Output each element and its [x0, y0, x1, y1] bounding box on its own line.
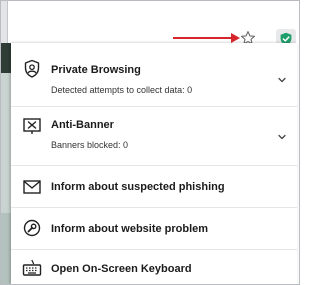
extension-menu-panel: Private Browsing Detected attempts to co… — [11, 43, 297, 284]
chevron-down-icon[interactable] — [277, 132, 287, 142]
envelope-icon — [23, 180, 41, 194]
menu-item-anti-banner[interactable]: Anti-Banner Banners blocked: 0 — [11, 111, 297, 159]
menu-divider — [11, 207, 297, 208]
menu-divider — [11, 249, 297, 250]
menu-item-report-website-problem[interactable]: Inform about website problem — [11, 211, 297, 245]
page-background-strip — [1, 43, 11, 284]
menu-item-on-screen-keyboard[interactable]: Open On-Screen Keyboard — [11, 253, 297, 283]
menu-item-title: Open On-Screen Keyboard — [51, 263, 192, 275]
menu-divider — [11, 165, 297, 166]
browser-window: Private Browsing Detected attempts to co… — [0, 0, 300, 285]
menu-item-title: Inform about suspected phishing — [51, 181, 225, 193]
menu-item-title: Anti-Banner — [51, 119, 114, 131]
toolbar-edge — [1, 1, 8, 43]
chevron-down-icon[interactable] — [277, 75, 287, 85]
private-browsing-icon — [24, 59, 40, 78]
annotation-arrow-head — [231, 33, 240, 43]
annotation-arrow — [173, 37, 233, 39]
website-problem-icon — [23, 219, 41, 237]
menu-item-subtitle: Detected attempts to collect data: 0 — [51, 85, 193, 95]
anti-banner-icon — [23, 118, 41, 134]
menu-item-title: Private Browsing — [51, 64, 141, 76]
keyboard-icon — [22, 259, 42, 276]
menu-item-subtitle: Banners blocked: 0 — [51, 140, 129, 150]
menu-item-report-phishing[interactable]: Inform about suspected phishing — [11, 170, 297, 204]
menu-divider — [11, 106, 297, 107]
menu-item-title: Inform about website problem — [51, 223, 209, 235]
browser-toolbar — [1, 1, 299, 49]
menu-item-private-browsing[interactable]: Private Browsing Detected attempts to co… — [11, 53, 297, 101]
